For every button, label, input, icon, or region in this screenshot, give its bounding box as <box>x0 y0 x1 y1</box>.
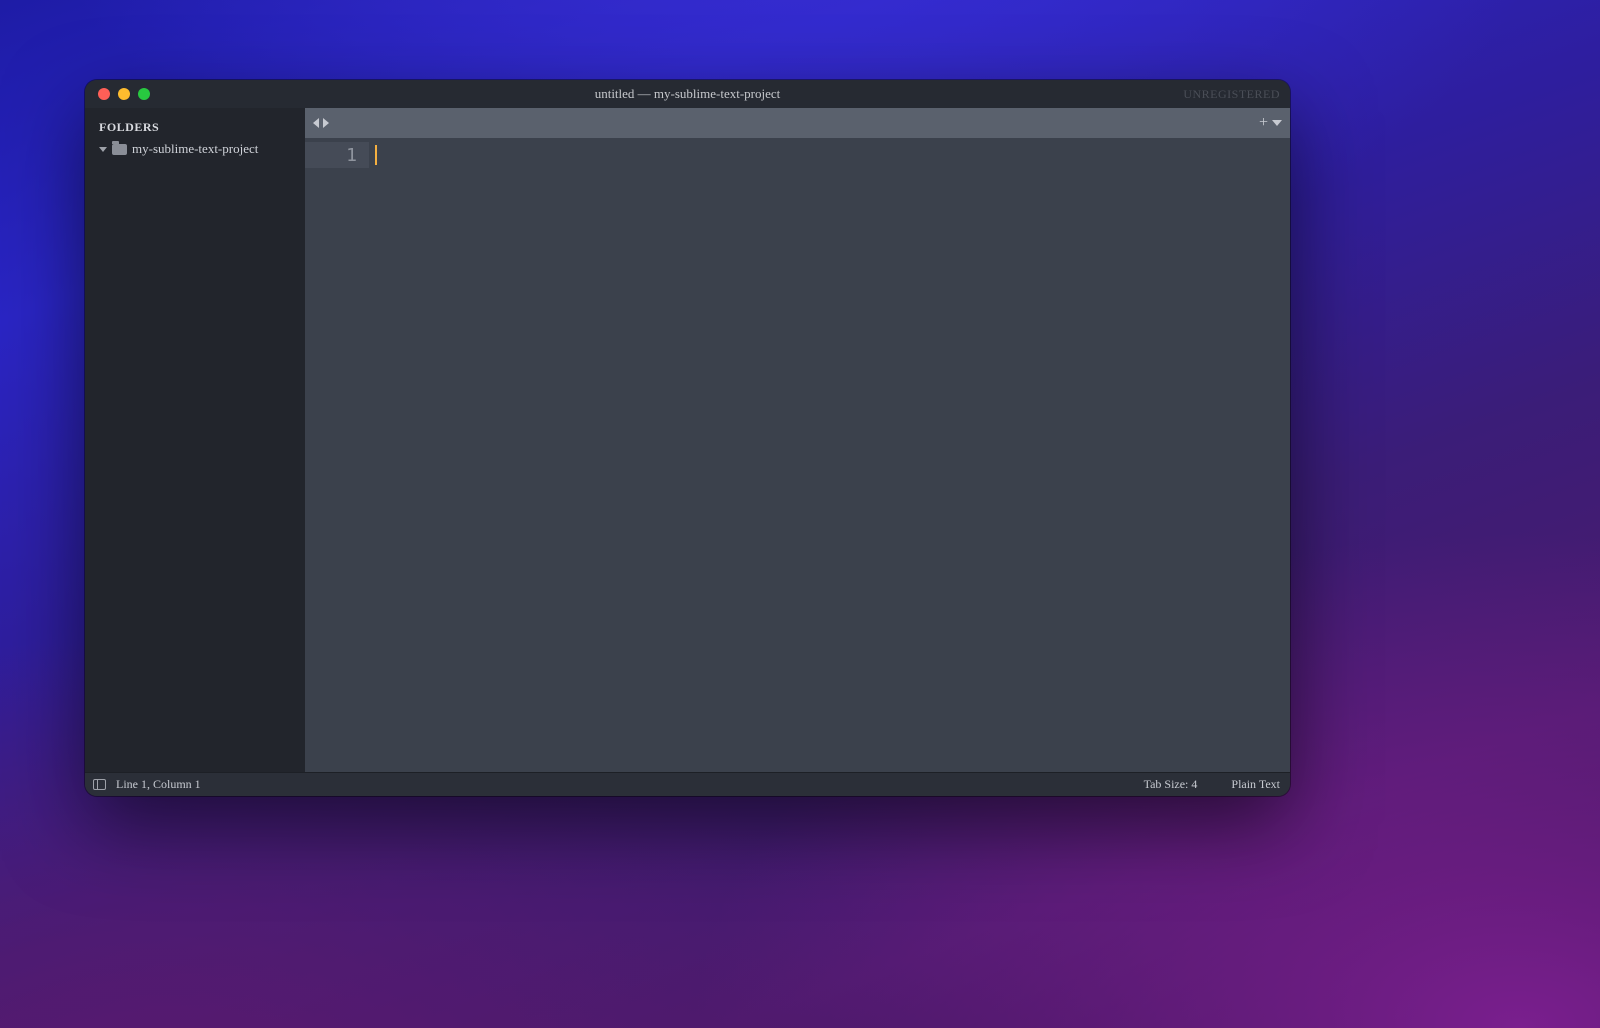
status-bar: Line 1, Column 1 Tab Size: 4 Plain Text <box>85 772 1290 796</box>
editor-window: untitled — my-sublime-text-project UNREG… <box>85 80 1290 796</box>
editor-area[interactable]: 1 <box>305 138 1290 772</box>
folder-icon <box>112 144 127 155</box>
window-controls <box>85 88 150 100</box>
titlebar[interactable]: untitled — my-sublime-text-project UNREG… <box>85 80 1290 108</box>
tab-size-status[interactable]: Tab Size: 4 <box>1144 777 1198 792</box>
minimize-window-button[interactable] <box>118 88 130 100</box>
window-title: untitled — my-sublime-text-project <box>85 86 1290 102</box>
new-tab-button[interactable]: + <box>1259 115 1268 131</box>
tab-bar: + <box>305 108 1290 138</box>
sidebar: FOLDERS my-sublime-text-project <box>85 108 305 772</box>
text-cursor <box>375 145 377 165</box>
close-window-button[interactable] <box>98 88 110 100</box>
zoom-window-button[interactable] <box>138 88 150 100</box>
desktop-wallpaper: untitled — my-sublime-text-project UNREG… <box>0 0 1600 1028</box>
registration-status[interactable]: UNREGISTERED <box>1183 87 1280 102</box>
window-body: FOLDERS my-sublime-text-project + <box>85 108 1290 772</box>
tab-history-forward-icon[interactable] <box>323 118 329 128</box>
disclosure-triangle-icon[interactable] <box>99 147 107 152</box>
sidebar-section-header: FOLDERS <box>85 114 305 139</box>
line-number[interactable]: 1 <box>305 142 369 168</box>
cursor-position-status[interactable]: Line 1, Column 1 <box>116 777 201 792</box>
editor-column: + 1 <box>305 108 1290 772</box>
tab-dropdown-icon[interactable] <box>1272 120 1282 126</box>
panel-switcher-icon[interactable] <box>93 779 106 790</box>
tab-history-back-icon[interactable] <box>313 118 319 128</box>
code-line[interactable] <box>369 142 1290 168</box>
line-number-gutter[interactable]: 1 <box>305 138 369 772</box>
folder-label: my-sublime-text-project <box>132 141 258 157</box>
syntax-status[interactable]: Plain Text <box>1231 777 1280 792</box>
sidebar-folder-root[interactable]: my-sublime-text-project <box>85 139 305 159</box>
code-area[interactable] <box>369 138 1290 772</box>
